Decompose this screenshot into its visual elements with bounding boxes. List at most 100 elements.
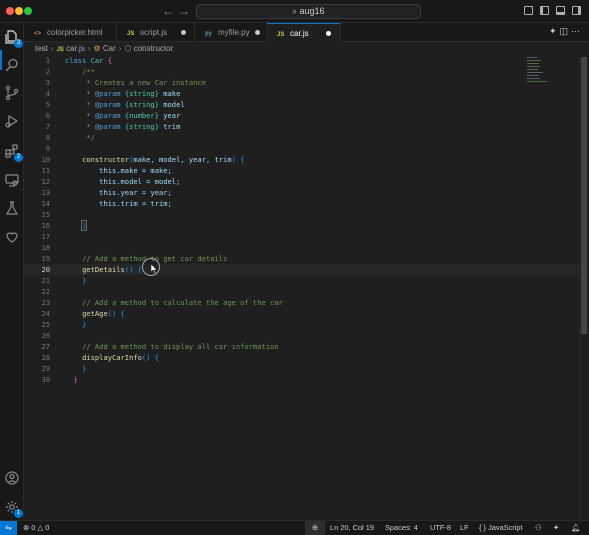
code-editor[interactable]: 1 class Car { 2 /** 3 * Creates a new Car…: [24, 55, 589, 520]
breadcrumb-method[interactable]: constructor: [134, 44, 174, 53]
notifications-icon[interactable]: 🔔︎: [571, 521, 580, 535]
code-line: 23 // Add a method to calculate the age …: [24, 297, 584, 308]
status-bar: ⇋ ⊗ 0 △ 0 ⊕ Ln 20, Col 19 Spaces: 4 UTF-…: [0, 520, 589, 535]
line-number: 30: [41, 375, 50, 384]
line-number: 9: [45, 144, 50, 153]
split-editor-icon[interactable]: ◫: [559, 26, 571, 36]
unsaved-dot-icon[interactable]: [326, 31, 331, 36]
language-label: JavaScript: [488, 523, 523, 532]
cursor-position[interactable]: Ln 20, Col 19: [330, 521, 374, 535]
line-number: 17: [41, 232, 50, 241]
indentation[interactable]: Spaces: 4: [385, 521, 418, 535]
breadcrumb-class[interactable]: Car: [103, 44, 116, 53]
line-number: 13: [41, 188, 50, 197]
minimize-window-button[interactable]: [15, 7, 23, 15]
mouse-pointer-icon: [151, 264, 158, 274]
class-symbol-icon: ⚙: [93, 44, 101, 53]
line-number: 10: [41, 155, 50, 164]
code-line: 30 }: [24, 374, 584, 385]
copilot-icon[interactable]: [4, 229, 20, 245]
sparkle-icon[interactable]: ✦: [553, 521, 559, 535]
code-line: 4 * @param {string} make: [24, 88, 584, 99]
code-line: 17: [24, 231, 584, 242]
tab-label: colorpicker.html: [47, 28, 103, 37]
warning-icon: △: [37, 523, 44, 532]
code-line: 18: [24, 242, 584, 253]
code-line: 9: [24, 143, 584, 154]
sparkle-icon[interactable]: ✦: [549, 26, 560, 36]
code-line: 8 */: [24, 132, 584, 143]
arrow-left-icon[interactable]: ←: [162, 4, 174, 18]
copilot-status-icon[interactable]: ⚇: [535, 521, 542, 535]
account-icon[interactable]: [4, 470, 20, 486]
line-number: 2: [45, 67, 50, 76]
explorer-icon[interactable]: 3: [4, 29, 23, 48]
braces-icon: { }: [479, 523, 486, 532]
source-control-icon[interactable]: [4, 85, 20, 101]
search-icon[interactable]: [4, 57, 20, 73]
testing-icon[interactable]: [4, 200, 20, 216]
code-line: 14 this.trim = trim;: [24, 198, 584, 209]
code-line: 1 class Car {: [24, 55, 584, 66]
activity-bar: 3 2 1: [0, 23, 24, 520]
zoom-window-button[interactable]: [24, 7, 32, 15]
toggle-secondary-sidebar-icon[interactable]: [572, 6, 581, 15]
title-bar: ← → ⌕ aug16: [0, 0, 589, 23]
customize-layout-icon[interactable]: [524, 6, 533, 15]
remote-explorer-icon[interactable]: [4, 172, 20, 188]
line-number: 1: [45, 56, 50, 65]
line-number: 12: [41, 177, 50, 186]
active-indicator: [0, 50, 2, 70]
code-line: 3 * Creates a new Car instance: [24, 77, 584, 88]
gear-icon[interactable]: 1: [4, 499, 23, 518]
end-of-line[interactable]: LF: [460, 521, 469, 535]
tab-colorpicker-html[interactable]: <> colorpicker.html: [24, 23, 117, 42]
code-line: 7 * @param {string} trim: [24, 121, 584, 132]
breadcrumb-folder[interactable]: test: [35, 44, 48, 53]
chevron-right-icon: ›: [87, 44, 91, 53]
code-line: 5 * @param {string} model: [24, 99, 584, 110]
line-number: 19: [41, 254, 50, 263]
unsaved-dot-icon[interactable]: [181, 30, 186, 35]
method-symbol-icon: ⬡: [124, 44, 132, 53]
js-file-icon: JS: [56, 47, 64, 53]
editor-tabs: <> colorpicker.html JS script.js py myfile.…: [24, 23, 589, 42]
run-debug-icon[interactable]: [4, 113, 20, 129]
line-number: 14: [41, 199, 50, 208]
scrollbar-thumb[interactable]: [581, 57, 587, 334]
extensions-icon[interactable]: 2: [4, 143, 23, 162]
code-line: 21 }: [24, 275, 584, 286]
code-line: 11 this.make = make;: [24, 165, 584, 176]
code-line: 27 // Add a method to display all car in…: [24, 341, 584, 352]
toggle-panel-icon[interactable]: [556, 6, 565, 15]
remote-indicator-icon[interactable]: ⇋: [0, 521, 17, 535]
line-number: 3: [45, 78, 50, 87]
line-number: 7: [45, 122, 50, 131]
tab-myfile-py[interactable]: py myfile.py: [195, 23, 267, 42]
command-center-search[interactable]: ⌕ aug16: [196, 4, 421, 19]
zoom-icon[interactable]: ⊕: [305, 521, 325, 535]
line-number: 25: [41, 320, 50, 329]
toggle-primary-sidebar-icon[interactable]: [540, 6, 549, 15]
minimap[interactable]: [524, 55, 579, 95]
encoding[interactable]: UTF-8: [430, 521, 451, 535]
line-number: 20: [41, 265, 50, 274]
search-label: aug16: [299, 6, 325, 16]
language-mode[interactable]: { } JavaScript: [479, 521, 523, 535]
code-line: 24 getAge() {: [24, 308, 584, 319]
breadcrumb-file[interactable]: car.js: [66, 44, 85, 53]
tab-car-js[interactable]: JS car.js: [267, 23, 341, 42]
line-number: 24: [41, 309, 50, 318]
line-number: 22: [41, 287, 50, 296]
line-number: 18: [41, 243, 50, 252]
arrow-right-icon[interactable]: →: [178, 4, 190, 18]
more-actions-icon[interactable]: ⋯: [571, 26, 583, 36]
tab-script-js[interactable]: JS script.js: [117, 23, 195, 42]
tab-label: myfile.py: [218, 28, 250, 37]
line-number: 27: [41, 342, 50, 351]
unsaved-dot-icon[interactable]: [255, 30, 260, 35]
problems-indicator[interactable]: ⊗ 0 △ 0: [23, 521, 49, 535]
code-line: 22: [24, 286, 584, 297]
close-window-button[interactable]: [6, 7, 14, 15]
code-line: 13 this.year = year;: [24, 187, 584, 198]
